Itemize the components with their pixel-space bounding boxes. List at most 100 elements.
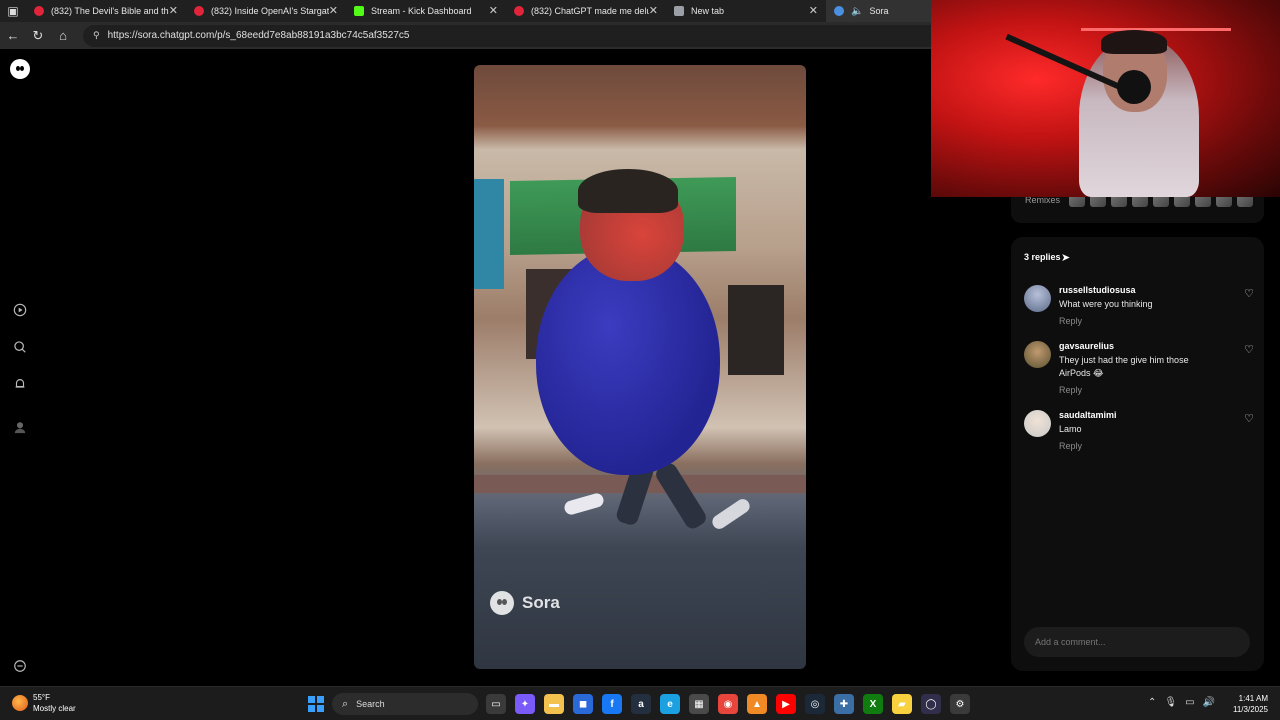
comment-text: What were you thinking [1059, 299, 1153, 309]
tab-actions-menu-icon[interactable]: ▣ [0, 0, 26, 22]
close-icon[interactable]: ✕ [329, 4, 338, 17]
tab-title: (832) The Devil's Bible and the Na [51, 6, 169, 16]
search-icon[interactable] [12, 339, 28, 355]
video-frame-detail [653, 460, 709, 532]
back-arrow-icon[interactable]: ← [1, 24, 25, 48]
weather-temp: 55°F [33, 693, 50, 702]
comment-input[interactable] [1024, 627, 1250, 657]
video-player[interactable]: Sora [474, 65, 806, 669]
clock-time: 1:41 AM [1238, 694, 1268, 703]
webcam-frame-detail [1081, 28, 1231, 31]
left-nav [0, 49, 40, 686]
heart-icon[interactable]: ♡ [1244, 343, 1254, 356]
close-icon[interactable]: ✕ [169, 4, 178, 17]
new-tab-favicon-icon [674, 6, 684, 16]
comment-username[interactable]: gavsaurelius [1059, 341, 1114, 351]
home-icon[interactable]: ⌂ [51, 24, 75, 48]
tab-3[interactable]: (832) ChatGPT made me delusio ✕ [506, 0, 666, 22]
calculator-icon[interactable]: ▦ [689, 694, 709, 714]
comment-username[interactable]: russellstudiosusa [1059, 285, 1136, 295]
sora-logo-icon [490, 591, 514, 615]
store-icon[interactable]: ◼ [573, 694, 593, 714]
speaker-icon[interactable]: 🔈 [851, 6, 863, 17]
kick-favicon-icon [354, 6, 364, 16]
chevron-up-icon[interactable]: ⌃ [1148, 697, 1156, 708]
avatar[interactable] [1024, 341, 1051, 368]
windows-start-icon[interactable] [308, 696, 324, 712]
taskbar-apps: ▭ ✦ ▬ ◼ f a e ▦ ◉ ▲ ▶ ◎ ✚ X ▰ ◯ ⚙ [486, 694, 970, 714]
reply-button[interactable]: Reply [1059, 385, 1082, 395]
heart-icon[interactable]: ♡ [1244, 287, 1254, 300]
microphone-icon [1117, 70, 1151, 104]
youtube-icon[interactable]: ▶ [776, 694, 796, 714]
copilot-icon[interactable]: ✦ [515, 694, 535, 714]
webcam-frame-detail [1101, 30, 1167, 54]
search-icon: ⌕ [342, 697, 349, 710]
profile-avatar-icon[interactable] [12, 419, 28, 435]
youtube-favicon-icon [34, 6, 44, 16]
tab-4[interactable]: New tab ✕ [666, 0, 826, 22]
close-icon[interactable]: ✕ [809, 4, 818, 17]
comment-text: Lamo [1059, 424, 1082, 434]
replies-panel: 3 replies ➤ russellstudiosusa What were … [1011, 237, 1264, 671]
tab-title: (832) Inside OpenAI's Stargate M [211, 6, 329, 16]
heart-icon[interactable]: ♡ [1244, 412, 1254, 425]
sora-watermark: Sora [490, 591, 560, 615]
weather-text: 55°F Mostly clear [33, 692, 76, 714]
close-icon[interactable]: ✕ [489, 4, 498, 17]
edge-icon[interactable]: e [660, 694, 680, 714]
clock[interactable]: 1:41 AM 11/3/2025 [1228, 693, 1268, 715]
app-blue-icon[interactable]: ✚ [834, 694, 854, 714]
tab-title: (832) ChatGPT made me delusio [531, 6, 649, 16]
file-explorer-icon[interactable]: ▬ [544, 694, 564, 714]
taskbar-search[interactable]: ⌕ Search [332, 693, 478, 715]
collapse-icon[interactable] [12, 658, 28, 674]
tab-title: Stream - Kick Dashboard [371, 6, 472, 16]
reload-icon[interactable]: ↻ [26, 24, 50, 48]
sora-favicon-icon [834, 6, 844, 16]
comment-username[interactable]: saudaltamimi [1059, 410, 1117, 420]
mouse-cursor-icon: ➤ [1061, 252, 1071, 264]
taskbar: 55°F Mostly clear ⌕ Search ▭ ✦ ▬ ◼ f a e ▦ ◉ ▲ ▶ ◎ ✚… [0, 686, 1280, 720]
weather-widget[interactable]: 55°F Mostly clear [12, 692, 76, 714]
youtube-favicon-icon [194, 6, 204, 16]
steam-icon[interactable]: ◎ [805, 694, 825, 714]
sora-logo-icon[interactable] [10, 59, 30, 79]
video-frame-detail [474, 179, 504, 289]
video-frame-detail [578, 169, 678, 213]
tab-0[interactable]: (832) The Devil's Bible and the Na ✕ [26, 0, 186, 22]
sticky-notes-icon[interactable]: ▰ [892, 694, 912, 714]
bell-icon[interactable] [12, 376, 28, 392]
obs-icon[interactable]: ◯ [921, 694, 941, 714]
clock-date: 11/3/2025 [1233, 705, 1268, 714]
youtube-favicon-icon [514, 6, 524, 16]
network-icon[interactable]: ▭ [1185, 697, 1194, 708]
comment-text: They just had the give him those AirPods… [1059, 355, 1189, 378]
video-frame-detail [728, 285, 784, 375]
amazon-icon[interactable]: a [631, 694, 651, 714]
replies-count: 3 replies [1024, 252, 1061, 262]
search-label: Search [356, 699, 385, 709]
close-icon[interactable]: ✕ [649, 4, 658, 17]
video-frame-detail [562, 491, 606, 517]
volume-icon[interactable]: 🔊 [1203, 697, 1215, 708]
avatar[interactable] [1024, 285, 1051, 312]
reply-button[interactable]: Reply [1059, 316, 1082, 326]
watermark-text: Sora [522, 593, 560, 612]
webcam-overlay [931, 0, 1280, 197]
play-icon[interactable] [12, 302, 28, 318]
tab-1[interactable]: (832) Inside OpenAI's Stargate M ✕ [186, 0, 346, 22]
microphone-icon[interactable]: 🎙 [1164, 697, 1177, 708]
xbox-icon[interactable]: X [863, 694, 883, 714]
reply-button[interactable]: Reply [1059, 441, 1082, 451]
task-view-icon[interactable]: ▭ [486, 694, 506, 714]
site-info-icon[interactable]: ⚲ [93, 30, 100, 41]
vlc-icon[interactable]: ▲ [747, 694, 767, 714]
settings-icon[interactable]: ⚙ [950, 694, 970, 714]
tab-2[interactable]: Stream - Kick Dashboard ✕ [346, 0, 506, 22]
facebook-icon[interactable]: f [602, 694, 622, 714]
system-tray: ⌃ 🎙 ▭ 🔊 [1148, 697, 1215, 708]
chrome-icon[interactable]: ◉ [718, 694, 738, 714]
avatar[interactable] [1024, 410, 1051, 437]
address-bar[interactable]: ⚲ https://sora.chatgpt.com/p/s_68eedd7e8… [83, 24, 943, 47]
